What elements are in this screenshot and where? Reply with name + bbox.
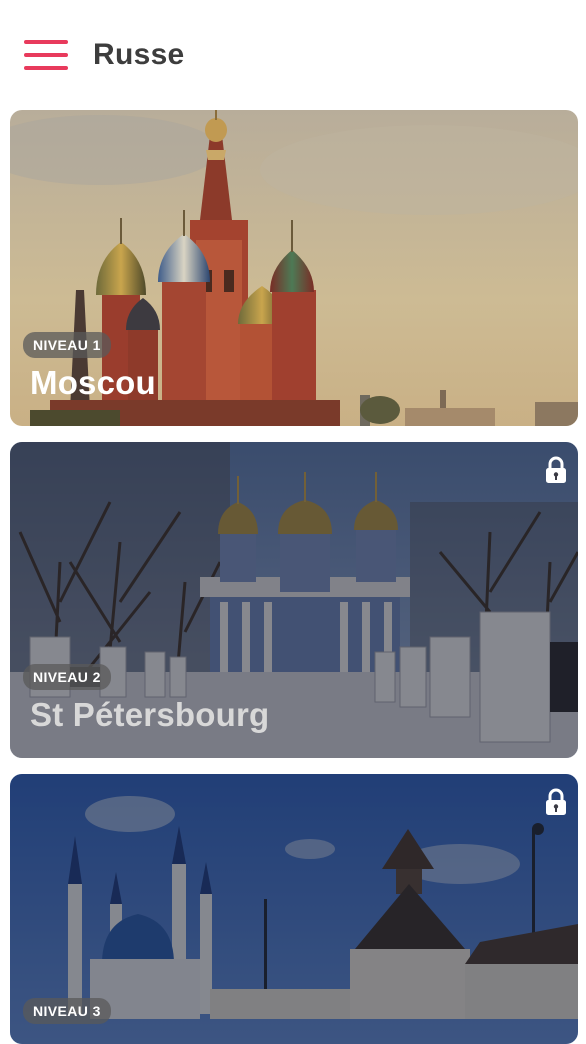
city-name: St Pétersbourg xyxy=(30,696,270,733)
level-card-st-petersbourg[interactable]: NIVEAU 2 St Pétersbourg xyxy=(10,442,578,758)
city-name: Moscou xyxy=(30,364,156,401)
lock-icon xyxy=(546,788,566,815)
level-badge: NIVEAU 3 xyxy=(23,998,111,1024)
app-bar: Russe xyxy=(0,0,586,110)
level-badge: NIVEAU 2 xyxy=(23,664,111,690)
level-badge: NIVEAU 1 xyxy=(23,332,111,358)
hamburger-menu-icon[interactable] xyxy=(24,40,68,70)
level-card-moscou[interactable]: NIVEAU 1 Moscou xyxy=(10,110,578,426)
page-title: Russe xyxy=(93,38,185,71)
lock-icon xyxy=(546,456,566,483)
level-card-3[interactable]: NIVEAU 3 xyxy=(10,774,578,1044)
